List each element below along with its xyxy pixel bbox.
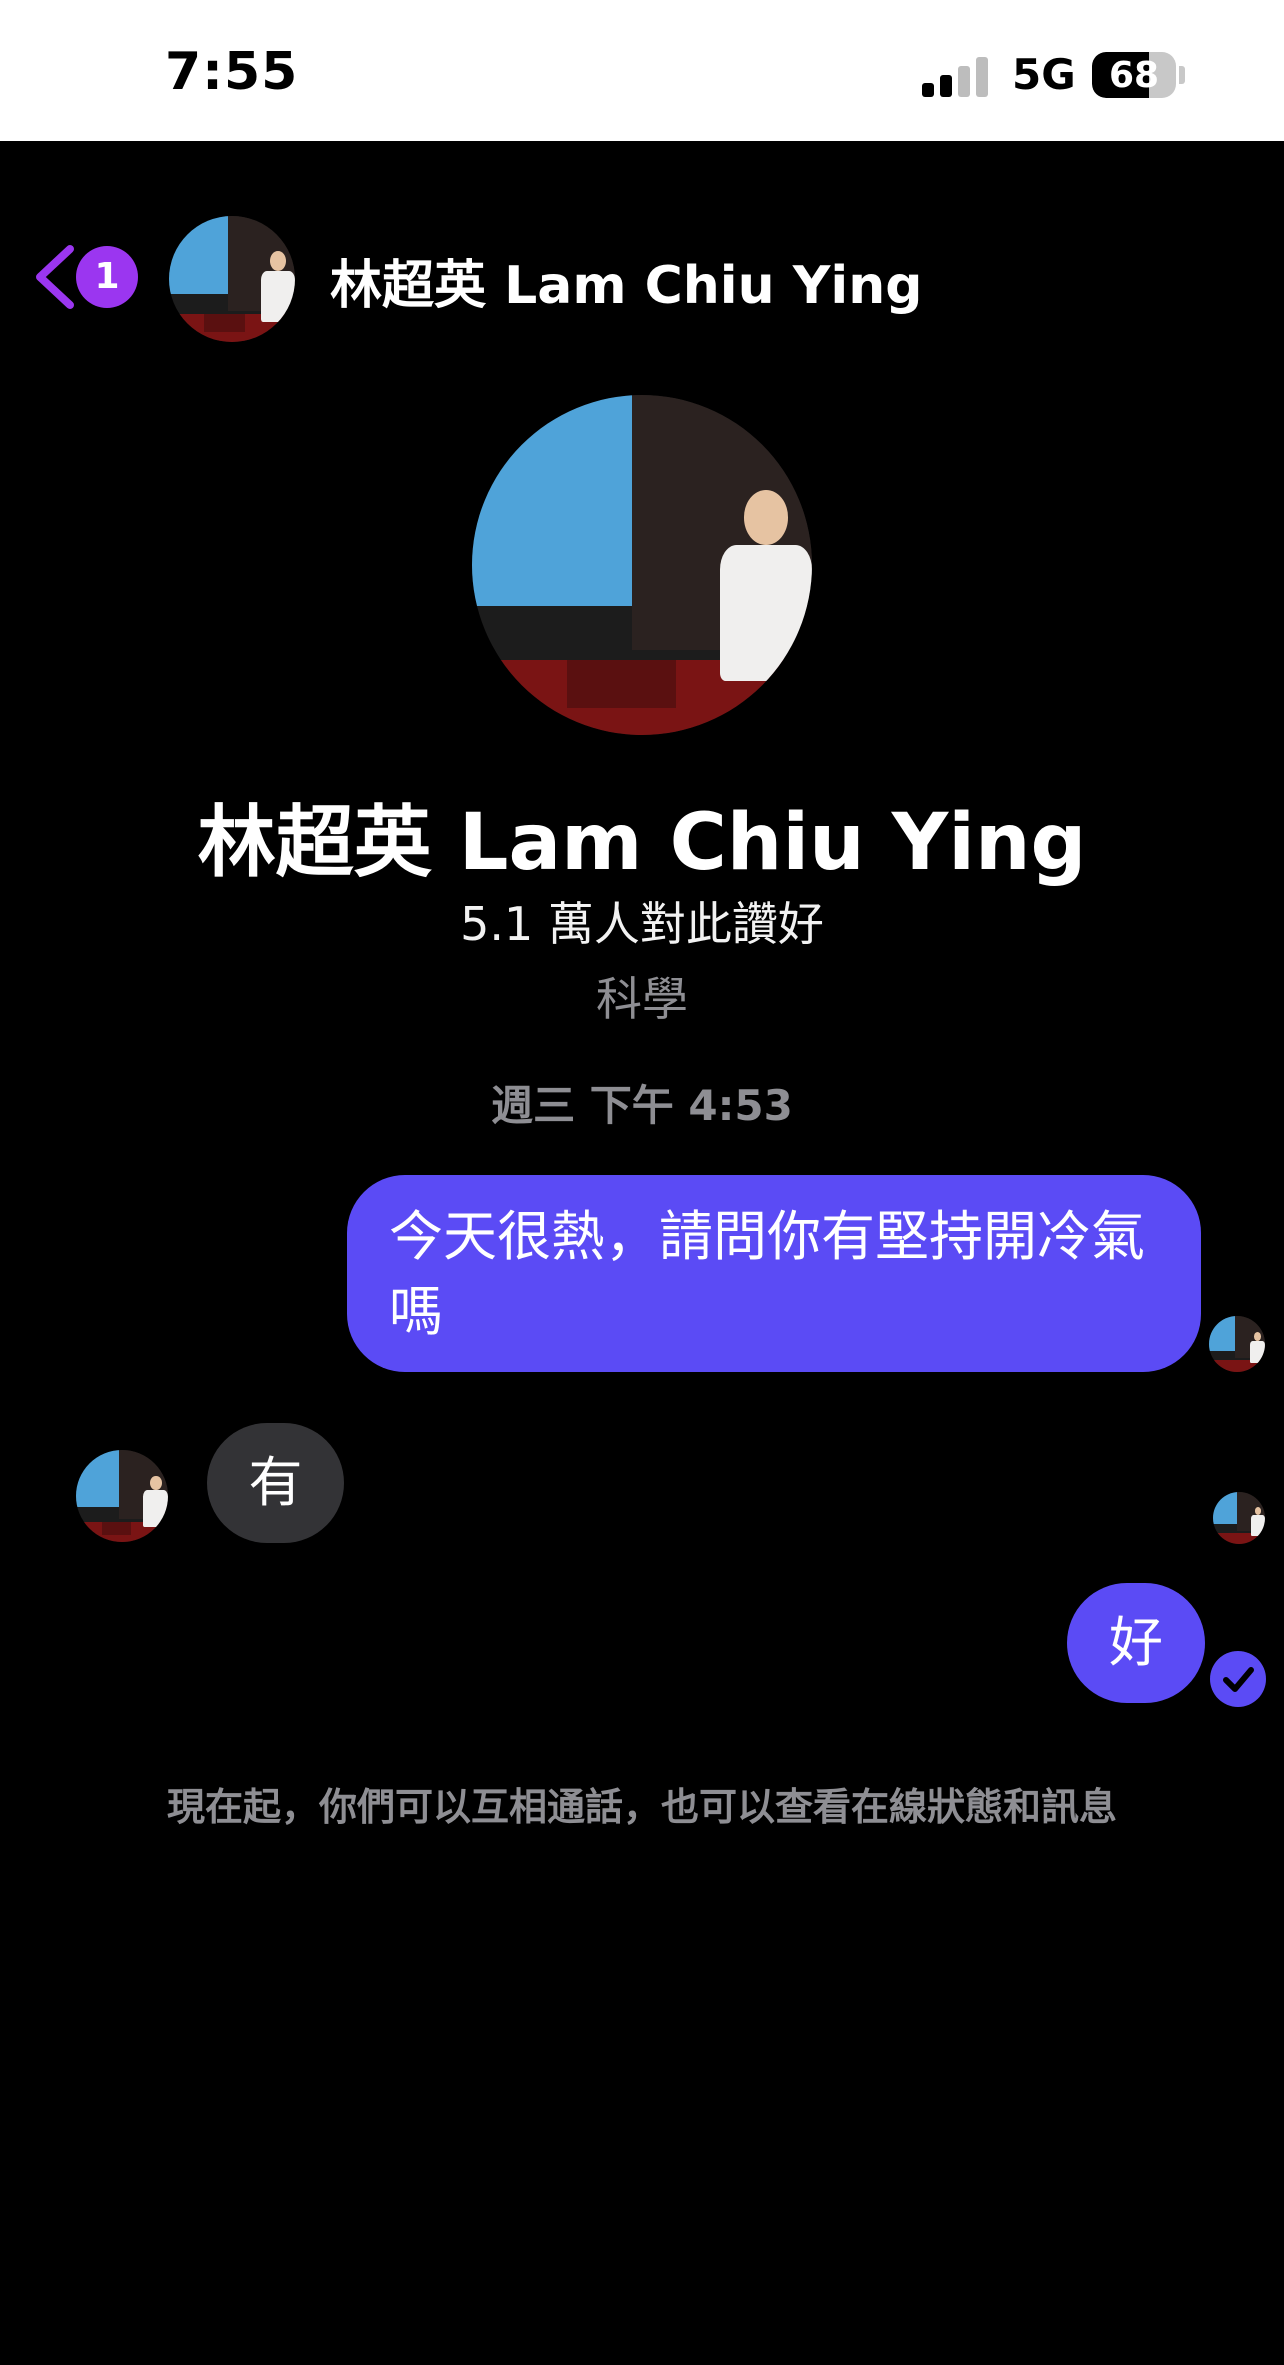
header-avatar[interactable] <box>169 216 295 342</box>
status-time: 7:55 <box>165 42 299 102</box>
profile-category: 科學 <box>596 972 688 1026</box>
outgoing-message[interactable]: 今天很熱，請問你有堅持開冷氣嗎 <box>347 1175 1201 1372</box>
battery-percent: 68 <box>1108 55 1160 96</box>
sent-check-icon <box>1210 1651 1266 1707</box>
profile-name: 林超英 Lam Chiu Ying <box>197 798 1087 888</box>
header-contact-name[interactable]: 林超英 Lam Chiu Ying <box>330 243 922 318</box>
profile-avatar[interactable] <box>472 395 812 735</box>
battery-nub <box>1179 66 1185 84</box>
read-receipt-avatar <box>1209 1316 1265 1372</box>
incoming-message[interactable]: 有 <box>207 1423 344 1543</box>
unread-count-badge[interactable]: 1 <box>76 246 138 308</box>
network-type: 5G <box>1012 50 1076 99</box>
status-bar: 7:55 5G 68 <box>0 0 1284 141</box>
read-receipt-avatar <box>1213 1492 1265 1544</box>
signal-icon <box>922 55 992 97</box>
chevron-left-icon[interactable] <box>30 243 78 311</box>
message-timestamp: 週三 下午 4:53 <box>491 1081 793 1130</box>
incoming-sender-avatar[interactable] <box>76 1450 168 1542</box>
system-note: 現在起，你們可以互相通話，也可以查看在線狀態和訊息 <box>166 1785 1117 1829</box>
battery-icon: 68 <box>1092 52 1176 98</box>
outgoing-message[interactable]: 好 <box>1067 1583 1205 1703</box>
profile-likes: 5.1 萬人對此讚好 <box>460 897 824 951</box>
